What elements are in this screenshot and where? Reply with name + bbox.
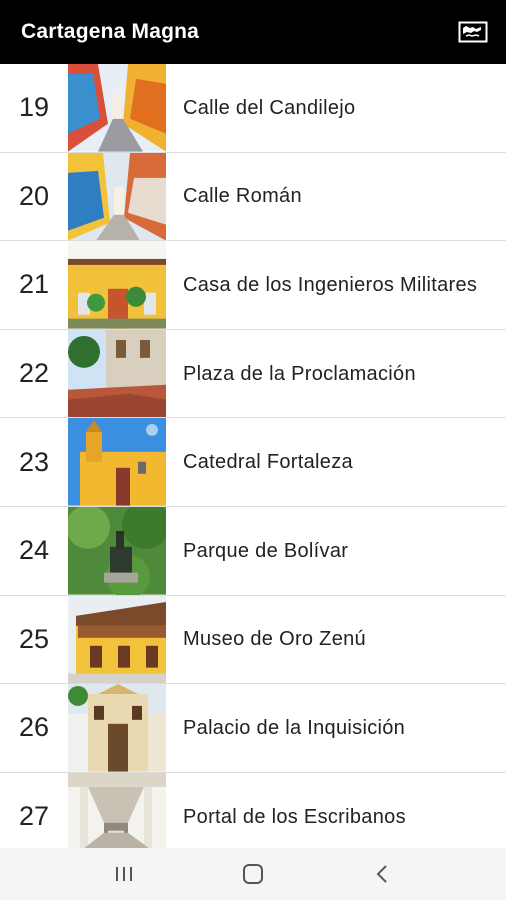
recents-button[interactable]: [104, 854, 144, 894]
plaza-photo: [68, 329, 166, 418]
item-number: 23: [18, 446, 50, 477]
list-item[interactable]: 21 Casa de los Ingenieros Militares: [0, 241, 506, 330]
item-number: 26: [18, 712, 50, 743]
item-name: Calle del Candilejo: [183, 96, 356, 119]
app-bar: Cartagena Magna: [0, 0, 506, 64]
map-icon: [458, 21, 488, 43]
item-number: 21: [18, 269, 50, 300]
church-photo: [68, 418, 166, 506]
building-photo: [68, 241, 166, 329]
list-item[interactable]: 27 Portal de los Escribanos: [0, 772, 506, 848]
street-photo: [68, 152, 166, 241]
list-item[interactable]: 22 Plaza de la Proclamación: [0, 329, 506, 419]
item-name: Museo de Oro Zenú: [183, 628, 366, 651]
item-name: Catedral Fortaleza: [183, 451, 353, 474]
palace-photo: [68, 684, 166, 772]
item-name: Casa de los Ingenieros Militares: [183, 273, 478, 296]
list-item[interactable]: 26 Palacio de la Inquisición: [0, 684, 506, 773]
item-name: Palacio de la Inquisición: [183, 716, 406, 739]
list-item[interactable]: 20 Calle Román: [0, 152, 506, 242]
recents-icon: [116, 867, 133, 881]
list-item[interactable]: 25 Museo de Oro Zenú: [0, 595, 506, 685]
item-number: 22: [18, 358, 50, 389]
attractions-list[interactable]: 19 Calle del Candilejo 20 Calle Román 21…: [0, 64, 506, 848]
item-name: Parque de Bolívar: [183, 539, 349, 562]
item-number: 24: [18, 535, 50, 566]
item-name: Plaza de la Proclamación: [183, 362, 416, 385]
back-button[interactable]: [362, 854, 402, 894]
park-photo: [68, 506, 166, 595]
home-button[interactable]: [233, 854, 273, 894]
list-item[interactable]: 19 Calle del Candilejo: [0, 64, 506, 153]
building-photo: [68, 595, 166, 684]
home-icon: [242, 864, 263, 884]
system-nav-bar: [0, 848, 506, 900]
street-photo: [68, 64, 166, 152]
item-name: Portal de los Escribanos: [183, 805, 406, 828]
item-number: 25: [18, 623, 50, 654]
list-item[interactable]: 23 Catedral Fortaleza: [0, 418, 506, 507]
map-button[interactable]: [458, 20, 488, 44]
item-number: 19: [18, 92, 50, 123]
item-number: 27: [18, 801, 50, 832]
item-name: Calle Román: [183, 185, 302, 208]
item-number: 20: [18, 180, 50, 211]
arcade-photo: [68, 772, 166, 848]
app-title: Cartagena Magna: [21, 20, 200, 43]
back-icon: [376, 865, 387, 883]
list-item[interactable]: 24 Parque de Bolívar: [0, 506, 506, 596]
